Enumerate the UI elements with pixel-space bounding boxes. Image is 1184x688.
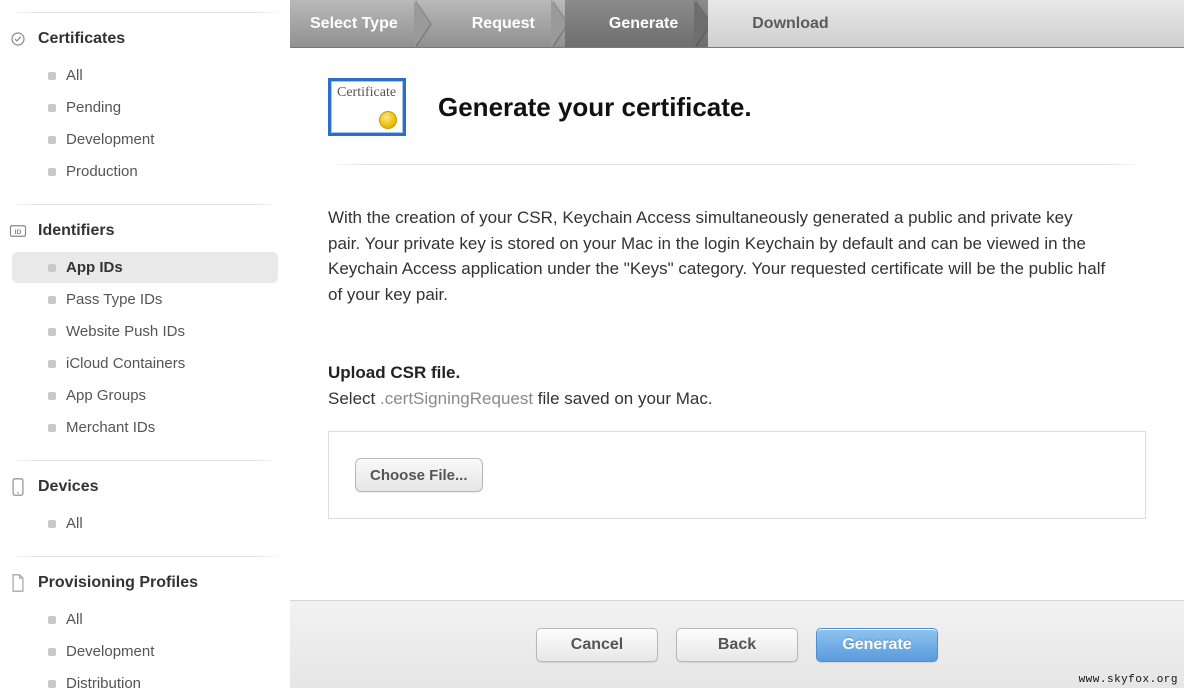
upload-subtext: Select .certSigningRequest file saved on… [328, 389, 1146, 409]
step-download: Download [708, 0, 1184, 47]
bullet-icon [48, 360, 56, 368]
sidebar-item-label: Development [66, 643, 268, 660]
step-generate[interactable]: Generate [565, 0, 708, 47]
sidebar-item-pass-type-ids[interactable]: Pass Type IDs [12, 284, 278, 315]
sidebar-section-provisioning: Provisioning Profiles All Development Di… [0, 565, 290, 688]
sidebar-item-devices-all[interactable]: All [12, 508, 278, 539]
bullet-icon [48, 72, 56, 80]
certificate-thumb-text: Certificate [331, 81, 402, 105]
sidebar-item-cert-all[interactable]: All [12, 60, 278, 91]
sidebar-item-cert-pending[interactable]: Pending [12, 92, 278, 123]
sidebar-header-identifiers[interactable]: ID Identifiers [0, 213, 290, 247]
sidebar-item-cert-development[interactable]: Development [12, 124, 278, 155]
bullet-icon [48, 328, 56, 336]
sidebar-header-label: Certificates [38, 30, 125, 48]
sidebar-header-provisioning[interactable]: Provisioning Profiles [0, 565, 290, 599]
sidebar-item-app-groups[interactable]: App Groups [12, 380, 278, 411]
seal-check-icon [8, 29, 28, 49]
sidebar-item-label: Production [66, 163, 268, 180]
sidebar-item-label: iCloud Containers [66, 355, 268, 372]
step-label: Generate [609, 15, 678, 33]
body-paragraph: With the creation of your CSR, Keychain … [328, 205, 1108, 307]
bullet-icon [48, 424, 56, 432]
bullet-icon [48, 168, 56, 176]
sidebar-section-identifiers: ID Identifiers App IDs Pass Type IDs Web… [0, 213, 290, 452]
cancel-button[interactable]: Cancel [536, 628, 658, 662]
hero: Certificate Generate your certificate. [328, 78, 1146, 136]
seal-icon [379, 111, 397, 129]
divider [328, 164, 1146, 165]
main: Select Type Request Generate Download Ce… [290, 0, 1184, 688]
content: Certificate Generate your certificate. W… [290, 48, 1184, 600]
upload-heading: Upload CSR file. [328, 363, 1146, 383]
back-button[interactable]: Back [676, 628, 798, 662]
sidebar-item-label: App IDs [66, 259, 268, 276]
bullet-icon [48, 520, 56, 528]
upload-sub-prefix: Select [328, 389, 380, 408]
sidebar-item-prov-development[interactable]: Development [12, 636, 278, 667]
sidebar-item-website-push-ids[interactable]: Website Push IDs [12, 316, 278, 347]
step-label: Download [752, 15, 828, 33]
step-label: Select Type [310, 15, 398, 33]
sidebar-header-devices[interactable]: Devices [0, 469, 290, 503]
sidebar-item-merchant-ids[interactable]: Merchant IDs [12, 412, 278, 443]
sidebar-item-prov-all[interactable]: All [12, 604, 278, 635]
bullet-icon [48, 136, 56, 144]
sidebar-item-label: All [66, 515, 268, 532]
bullet-icon [48, 648, 56, 656]
upload-sub-suffix: file saved on your Mac. [533, 389, 713, 408]
bullet-icon [48, 264, 56, 272]
sidebar-item-label: All [66, 67, 268, 84]
sidebar-item-label: Distribution [66, 675, 268, 688]
generate-button[interactable]: Generate [816, 628, 938, 662]
sidebar-item-prov-distribution[interactable]: Distribution [12, 668, 278, 688]
id-badge-icon: ID [8, 221, 28, 241]
sidebar-item-label: Development [66, 131, 268, 148]
upload-zone: Choose File... [328, 431, 1146, 519]
step-label: Request [472, 15, 535, 33]
step-request[interactable]: Request [428, 0, 565, 47]
sidebar-item-app-ids[interactable]: App IDs [12, 252, 278, 283]
sidebar-item-label: App Groups [66, 387, 268, 404]
bullet-icon [48, 104, 56, 112]
choose-file-button[interactable]: Choose File... [355, 458, 483, 492]
sidebar-header-certificates[interactable]: Certificates [0, 21, 290, 55]
sidebar-item-cert-production[interactable]: Production [12, 156, 278, 187]
sidebar-item-label: Merchant IDs [66, 419, 268, 436]
sidebar-item-label: Website Push IDs [66, 323, 268, 340]
sidebar-item-icloud-containers[interactable]: iCloud Containers [12, 348, 278, 379]
watermark: www.skyfox.org [1079, 674, 1178, 686]
bullet-icon [48, 616, 56, 624]
sidebar-header-label: Provisioning Profiles [38, 574, 198, 592]
device-icon [8, 477, 28, 497]
sidebar-item-label: Pending [66, 99, 268, 116]
bullet-icon [48, 296, 56, 304]
sidebar-section-devices: Devices All [0, 469, 290, 548]
footer: Cancel Back Generate www.skyfox.org [290, 600, 1184, 688]
upload-sub-ext: .certSigningRequest [380, 389, 533, 408]
bullet-icon [48, 680, 56, 688]
sidebar-section-certificates: Certificates All Pending Development Pro… [0, 21, 290, 196]
sidebar-item-label: All [66, 611, 268, 628]
svg-text:ID: ID [15, 229, 22, 236]
sidebar-header-label: Devices [38, 478, 99, 496]
step-select-type[interactable]: Select Type [290, 0, 428, 47]
sidebar: Certificates All Pending Development Pro… [0, 0, 290, 688]
bullet-icon [48, 392, 56, 400]
sidebar-item-label: Pass Type IDs [66, 291, 268, 308]
sidebar-header-label: Identifiers [38, 222, 114, 240]
wizard-steps: Select Type Request Generate Download [290, 0, 1184, 48]
certificate-icon: Certificate [328, 78, 406, 136]
page-title: Generate your certificate. [438, 92, 752, 123]
document-icon [8, 573, 28, 593]
